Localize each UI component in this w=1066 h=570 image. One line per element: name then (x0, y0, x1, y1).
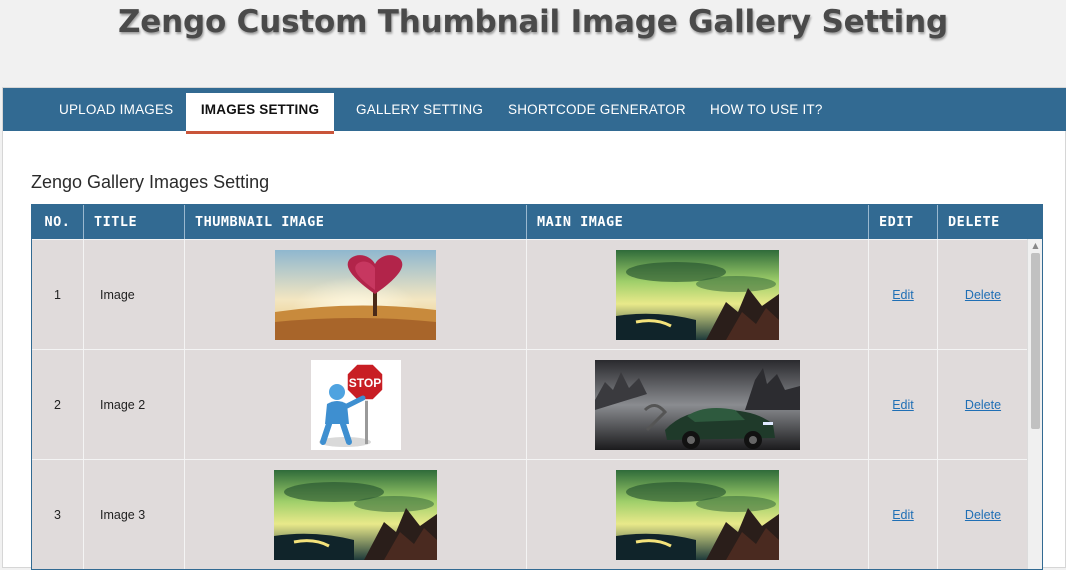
table-row: 3 Image 3 Edit Delete (32, 459, 1028, 569)
green-sky-landscape-image (616, 250, 779, 340)
settings-panel: UPLOAD IMAGES IMAGES SETTING GALLERY SET… (2, 87, 1066, 570)
main-image-cell (527, 350, 869, 460)
edit-link[interactable]: Edit (892, 508, 914, 522)
column-header-thumbnail: THUMBNAIL IMAGE (185, 205, 527, 239)
tab-shortcode-generator[interactable]: SHORTCODE GENERATOR (508, 88, 686, 131)
row-title: Image 3 (84, 460, 185, 569)
thumbnail-cell: STOP (185, 350, 527, 460)
stop-sign-figure-image: STOP (310, 360, 401, 450)
column-header-main-image: MAIN IMAGE (527, 205, 869, 239)
delete-link[interactable]: Delete (965, 508, 1001, 522)
edit-cell: Edit (869, 350, 938, 460)
tab-images-setting[interactable]: IMAGES SETTING (186, 93, 334, 134)
dark-car-image (595, 360, 800, 450)
edit-cell: Edit (869, 240, 938, 350)
table-row: 2 Image 2 STOP Edit Delete (32, 349, 1028, 460)
row-number: 2 (32, 350, 84, 460)
column-header-title: TITLE (84, 205, 185, 239)
delete-link[interactable]: Delete (965, 288, 1001, 302)
delete-cell: Delete (938, 350, 1028, 460)
row-title: Image (84, 240, 185, 350)
tab-gallery-setting[interactable]: GALLERY SETTING (356, 88, 483, 131)
tab-bar: UPLOAD IMAGES IMAGES SETTING GALLERY SET… (3, 88, 1066, 134)
delete-cell: Delete (938, 240, 1028, 350)
column-header-delete: DELETE (948, 214, 1000, 230)
column-header-no: NO. (32, 205, 84, 239)
scrollbar-thumb[interactable] (1031, 253, 1040, 429)
main-image-cell (527, 460, 869, 569)
thumbnail-cell (185, 460, 527, 569)
row-number: 1 (32, 240, 84, 350)
main-image-cell (527, 240, 869, 350)
delete-cell: Delete (938, 460, 1028, 569)
heart-tree-image (275, 250, 436, 340)
green-sky-landscape-image (274, 470, 437, 560)
column-header-edit: EDIT (869, 205, 938, 239)
scroll-up-arrow-icon[interactable]: ▲ (1028, 239, 1042, 253)
green-sky-landscape-image (616, 470, 779, 560)
row-title: Image 2 (84, 350, 185, 460)
table-header: NO. TITLE THUMBNAIL IMAGE MAIN IMAGE EDI… (32, 205, 1042, 239)
svg-text:STOP: STOP (348, 376, 380, 390)
page-title: Zengo Custom Thumbnail Image Gallery Set… (118, 4, 948, 40)
edit-link[interactable]: Edit (892, 398, 914, 412)
table-scrollbar[interactable]: ▲ (1027, 239, 1042, 569)
tab-upload-images[interactable]: UPLOAD IMAGES (59, 88, 173, 131)
thumbnail-cell (185, 240, 527, 350)
delete-link[interactable]: Delete (965, 398, 1001, 412)
table-row: 1 Image Edit Delete (32, 239, 1028, 350)
images-table: NO. TITLE THUMBNAIL IMAGE MAIN IMAGE EDI… (31, 204, 1043, 570)
section-title: Zengo Gallery Images Setting (31, 172, 270, 192)
tab-how-to-use[interactable]: HOW TO USE IT? (710, 88, 823, 131)
edit-cell: Edit (869, 460, 938, 569)
edit-link[interactable]: Edit (892, 288, 914, 302)
row-number: 3 (32, 460, 84, 569)
